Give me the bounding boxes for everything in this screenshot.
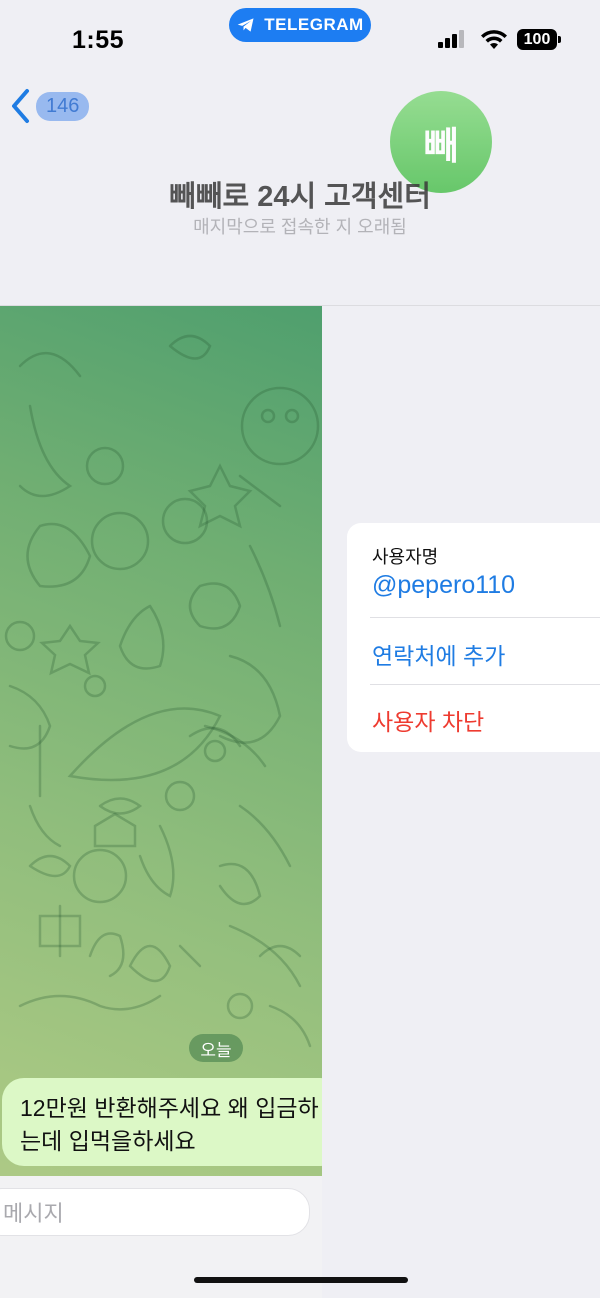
telegram-pill-label: TELEGRAM <box>264 15 364 34</box>
message-input[interactable]: 메시지 <box>0 1188 310 1236</box>
block-user-button[interactable]: 사용자 차단 <box>372 703 484 737</box>
battery-icon: 100 <box>517 29 561 50</box>
chat-header: 146 빼 빼빼로 24시 고객센터 매지막으로 접속한 지 오래됨 <box>0 70 600 306</box>
wifi-icon <box>481 30 507 49</box>
divider <box>370 617 600 618</box>
telegram-plane-icon <box>237 18 254 32</box>
last-seen-status: 매지막으로 접속한 지 오래됨 <box>193 217 407 237</box>
username-label: 사용자명 <box>372 547 439 567</box>
divider <box>370 684 600 685</box>
chat-title[interactable]: 빼빼로 24시 고객센터 <box>0 173 600 215</box>
telegram-return-pill[interactable]: TELEGRAM <box>229 8 371 42</box>
status-bar: 1:55 TELEGRAM 100 <box>0 0 600 70</box>
message-bubble[interactable]: 12만원 반환해주세요 왜 입금하 는데 입먹을하세요 <box>2 1078 322 1166</box>
signal-icon <box>438 30 464 48</box>
home-indicator[interactable] <box>194 1277 408 1283</box>
status-time: 1:55 <box>72 26 125 54</box>
username-link[interactable]: @pepero110 <box>372 571 515 600</box>
profile-info-card: 사용자명 @pepero110 연락처에 추가 사용자 차단 <box>347 523 600 752</box>
chat-background: 오늘 12만원 반환해주세요 왜 입금하 는데 입먹을하세요 메시지 <box>0 306 322 1298</box>
unread-count-badge: 146 <box>36 91 90 121</box>
add-contact-button[interactable]: 연락처에 추가 <box>372 637 505 671</box>
back-chevron-icon <box>12 89 29 123</box>
back-button[interactable]: 146 <box>10 88 90 124</box>
date-chip: 오늘 <box>189 1034 243 1062</box>
